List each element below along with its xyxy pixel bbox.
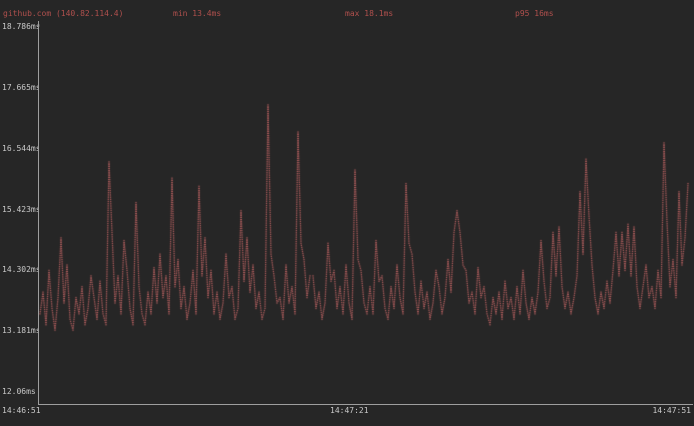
stat-max-label: max 18.1ms (345, 9, 393, 19)
latency-chart-canvas (39, 27, 693, 403)
ping-target-label: github.com (140.82.114.4) (3, 9, 123, 19)
stat-min-label: min 13.4ms (173, 9, 221, 19)
y-axis-tick-label: 17.665ms (2, 83, 38, 93)
x-axis-line (38, 404, 693, 405)
x-axis-tick-label: 14:46:51 (2, 406, 41, 416)
y-axis-tick-label: 12.06ms (2, 387, 38, 397)
y-axis-tick-label: 13.181ms (2, 326, 38, 336)
y-axis-tick-label: 16.544ms (2, 144, 38, 154)
y-axis-tick-label: 14.302ms (2, 265, 38, 275)
y-axis-tick-label: 15.423ms (2, 205, 38, 215)
x-axis-tick-label: 14:47:21 (330, 406, 369, 416)
gping-terminal-window: github.com (140.82.114.4) min 13.4ms max… (0, 0, 694, 426)
x-axis-tick-label: 14:47:51 (652, 406, 691, 416)
y-axis-tick-label: 18.786ms (2, 22, 38, 32)
stat-p95-label: p95 16ms (515, 9, 554, 19)
